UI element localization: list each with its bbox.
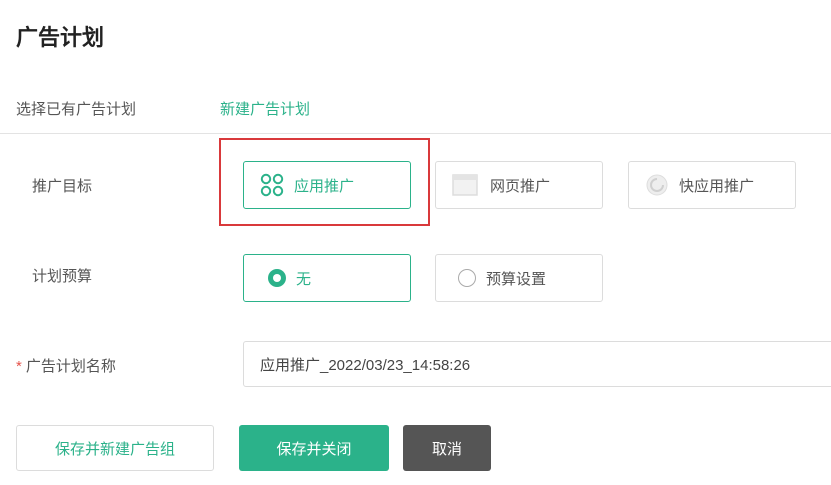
budget-option-set-label: 预算设置: [486, 270, 547, 288]
goal-option-app[interactable]: 应用推广: [243, 161, 411, 209]
budget-label: 计划预算: [32, 268, 93, 285]
budget-option-none-label: 无: [296, 270, 312, 288]
plan-name-input[interactable]: [243, 341, 831, 387]
goal-option-web-label: 网页推广: [490, 177, 551, 195]
goal-option-app-label: 应用推广: [294, 177, 355, 195]
radio-selected-icon: [268, 269, 286, 287]
webpage-icon: [452, 174, 478, 196]
goal-option-quick-app[interactable]: 快应用推广: [628, 161, 796, 209]
required-mark: *: [16, 358, 22, 375]
save-and-new-group-button[interactable]: 保存并新建广告组: [16, 425, 214, 471]
tab-existing-plan[interactable]: 选择已有广告计划: [16, 98, 136, 119]
tab-new-plan[interactable]: 新建广告计划: [220, 98, 310, 119]
goal-option-quick-app-label: 快应用推广: [679, 177, 755, 195]
budget-option-none[interactable]: 无: [243, 254, 411, 302]
page-title: 广告计划: [16, 25, 105, 50]
plan-tabs: 选择已有广告计划 新建广告计划: [0, 96, 831, 134]
cancel-button[interactable]: 取消: [403, 425, 491, 471]
name-label-text: 广告计划名称: [25, 358, 116, 375]
goal-option-web[interactable]: 网页推广: [435, 161, 603, 209]
quick-app-icon: [646, 174, 668, 196]
name-label: * 广告计划名称: [16, 355, 116, 376]
goal-label: 推广目标: [32, 178, 93, 195]
budget-option-set[interactable]: 预算设置: [435, 254, 603, 302]
radio-unselected-icon: [458, 269, 476, 287]
save-and-close-button[interactable]: 保存并关闭: [239, 425, 389, 471]
grid-icon: [260, 173, 284, 197]
